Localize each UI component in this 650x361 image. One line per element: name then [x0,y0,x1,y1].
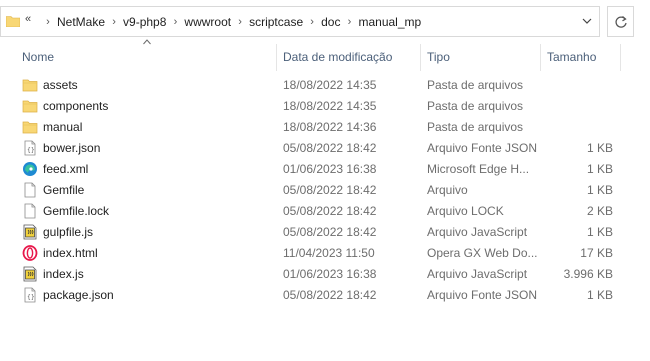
address-bar[interactable]: « › NetMake › v9-php8 › wwwroot › scriptcase › do… [0,6,600,37]
chevron-down-icon[interactable] [580,15,594,27]
folder-icon [6,16,20,27]
breadcrumb-item[interactable]: wwwroot [182,15,233,29]
file-row[interactable]: assets 18/08/2022 14:35 Pasta de arquivos [0,75,650,96]
column-divider[interactable] [420,44,421,71]
file-row[interactable]: manual 18/08/2022 14:36 Pasta de arquivos [0,117,650,138]
column-header-date[interactable]: Data de modificação [283,44,392,71]
file-name: manual [43,120,83,134]
json-file-icon: {} [22,140,38,156]
breadcrumb: › NetMake › v9-php8 › wwwroot › scriptcase › doc ›… [41,7,423,36]
file-date: 05/08/2022 18:42 [283,204,377,218]
file-type: Arquivo LOCK [427,204,504,218]
file-size: 3.996 KB [563,267,613,281]
file-row[interactable]: index.html 11/04/2023 11:50 Opera GX Web D… [0,243,650,264]
column-header-size[interactable]: Tamanho [547,44,596,71]
breadcrumb-separator-icon[interactable]: › [342,16,356,28]
file-type: Arquivo [427,183,468,197]
file-size: 1 KB [586,183,613,197]
file-name: gulpfile.js [43,225,94,239]
refresh-icon [615,16,627,28]
breadcrumb-separator-icon[interactable]: › [233,16,247,28]
breadcrumb-separator-icon[interactable]: › [168,16,182,28]
json-file-icon: {} [22,287,38,303]
blank-file-icon [22,182,38,198]
breadcrumb-item[interactable]: v9-php8 [121,15,168,29]
file-row[interactable]: gulpfile.js 05/08/2022 18:42 Arquivo JavaS… [0,222,650,243]
breadcrumb-item[interactable]: scriptcase [247,15,305,29]
folder-icon [22,77,38,93]
file-type: Pasta de arquivos [427,99,524,113]
breadcrumb-item[interactable]: doc [319,15,342,29]
column-divider[interactable] [276,44,277,71]
file-type: Pasta de arquivos [427,120,524,134]
file-date: 05/08/2022 18:42 [283,225,377,239]
column-header-type[interactable]: Tipo [427,44,450,71]
column-divider[interactable] [540,44,541,71]
file-size: 1 KB [586,141,613,155]
file-date: 18/08/2022 14:36 [283,120,377,134]
file-type: Pasta de arquivos [427,78,524,92]
file-date: 05/08/2022 18:42 [283,183,377,197]
file-size: 17 KB [580,246,613,260]
column-divider[interactable] [620,44,621,71]
refresh-button[interactable] [607,6,634,37]
file-date: 11/04/2023 11:50 [283,246,375,260]
column-header-row: Nome Data de modificação Tipo Tamanho [0,44,650,71]
file-size: 2 KB [586,204,613,218]
file-name: index.html [43,246,98,260]
blank-file-icon [22,203,38,219]
file-size: 1 KB [586,162,613,176]
address-toolbar: « › NetMake › v9-php8 › wwwroot › scriptcase › do… [0,0,650,44]
breadcrumb-item[interactable]: manual_mp [356,15,423,29]
edge-xml-icon [22,161,38,177]
file-name: Gemfile.lock [43,204,110,218]
file-name: index.js [43,267,84,281]
file-row[interactable]: index.js 01/06/2023 16:38 Arquivo JavaScri… [0,264,650,285]
file-type: Microsoft Edge H... [427,162,530,176]
breadcrumb-separator-icon[interactable]: › [41,16,55,28]
file-row[interactable]: {} bower.json 05/08/2022 18:42 Arquivo Font… [0,138,650,159]
breadcrumb-item[interactable]: NetMake [55,15,107,29]
svg-text:{}: {} [27,294,35,301]
file-date: 01/06/2023 16:38 [283,162,377,176]
file-date: 05/08/2022 18:42 [283,288,377,302]
file-row[interactable]: components 18/08/2022 14:35 Pasta de arqui… [0,96,650,117]
file-type: Opera GX Web Do... [427,246,537,260]
file-type: Arquivo JavaScript [427,267,528,281]
file-list: assets 18/08/2022 14:35 Pasta de arquivos c… [0,75,650,306]
file-name: components [43,99,109,113]
file-type: Arquivo Fonte JSON [427,141,537,155]
column-header-name[interactable]: Nome [22,44,54,71]
file-size: 1 KB [586,288,613,302]
file-name: package.json [43,288,114,302]
breadcrumb-separator-icon[interactable]: › [305,16,319,28]
file-row[interactable]: Gemfile 05/08/2022 18:42 Arquivo 1 KB [0,180,650,201]
js-file-icon [22,266,38,282]
folder-icon [22,98,38,114]
js-file-icon [22,224,38,240]
file-type: Arquivo Fonte JSON [427,288,537,302]
file-date: 01/06/2023 16:38 [283,267,377,281]
file-size: 1 KB [586,225,613,239]
file-row[interactable]: {} package.json 05/08/2022 18:42 Arquivo Fo… [0,285,650,306]
overflow-chevron-icon[interactable]: « [25,13,31,25]
file-name: Gemfile [43,183,85,197]
sort-ascending-icon [143,39,151,45]
file-date: 05/08/2022 18:42 [283,141,377,155]
file-type: Arquivo JavaScript [427,225,528,239]
svg-text:{}: {} [27,147,35,154]
file-row[interactable]: feed.xml 01/06/2023 16:38 Microsoft Edge H… [0,159,650,180]
file-name: assets [43,78,78,92]
opera-html-icon [22,245,38,261]
file-row[interactable]: Gemfile.lock 05/08/2022 18:42 Arquivo LOCK… [0,201,650,222]
file-name: bower.json [43,141,101,155]
file-name: feed.xml [43,162,89,176]
breadcrumb-separator-icon[interactable]: › [107,16,121,28]
file-date: 18/08/2022 14:35 [283,78,377,92]
folder-icon [22,119,38,135]
file-date: 18/08/2022 14:35 [283,99,377,113]
